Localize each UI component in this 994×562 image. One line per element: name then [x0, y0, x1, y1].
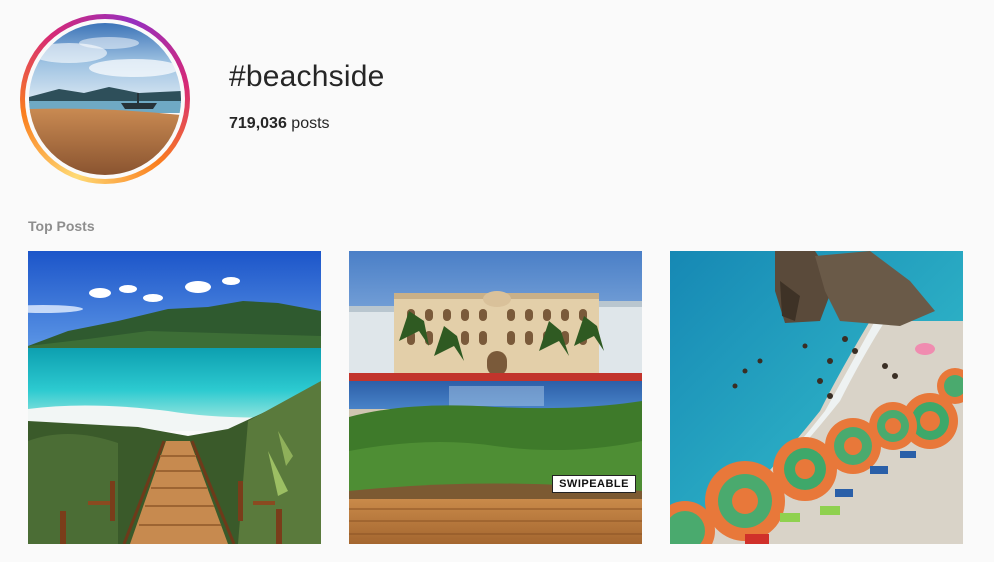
avatar-beach-image: [29, 23, 181, 175]
top-post-2[interactable]: SWIPEABLE: [349, 251, 642, 544]
top-post-1[interactable]: [28, 251, 321, 544]
post-count-suffix: posts: [286, 115, 330, 132]
hashtag-title: #beachside: [229, 60, 385, 93]
post-count-number: 719,036: [229, 115, 287, 132]
post-1-image: [28, 251, 321, 544]
hashtag-avatar[interactable]: [29, 23, 181, 175]
post-count: 719,036 posts: [229, 115, 330, 133]
swipeable-badge: SWIPEABLE: [552, 475, 636, 493]
top-post-3[interactable]: [670, 251, 963, 544]
post-3-image: [670, 251, 963, 544]
hashtag-page: #beachside 719,036 posts Top Posts SWIPE…: [0, 0, 994, 562]
hashtag-avatar-ring[interactable]: [20, 14, 190, 184]
top-posts-heading: Top Posts: [28, 218, 95, 234]
post-2-image: [349, 251, 642, 544]
avatar-gap: [25, 19, 185, 179]
